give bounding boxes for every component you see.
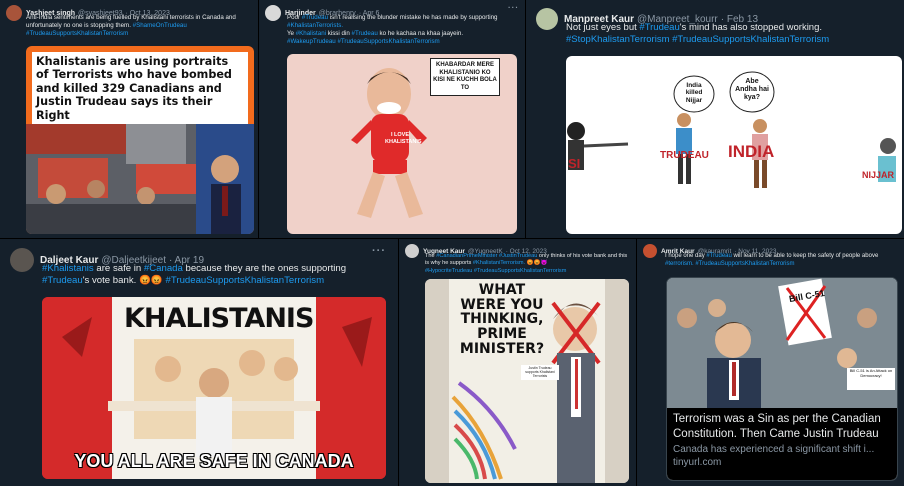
protest-photo (26, 124, 254, 234)
caricature (351, 68, 427, 218)
avatar[interactable] (643, 244, 657, 258)
link-description: Canada has experienced a significant shi… (673, 443, 875, 455)
label-nijjar: NIJJAR (862, 170, 895, 180)
link-text: Terrorism was a Sin as per the Canadian … (667, 408, 897, 480)
label-trudeau: TRUDEAU (660, 150, 709, 161)
label-india: INDIA (728, 142, 775, 161)
image-headline: Khalistanis are using portraits of Terro… (32, 52, 248, 126)
tweet-card-3[interactable]: Manpreet Kaur @Manpreet_kourr · Feb 13 N… (526, 0, 904, 238)
more-options-icon[interactable]: ··· (372, 245, 386, 257)
hashtags[interactable]: #HypocriteTrudeau #TrudeauSupportsKhalis… (425, 268, 566, 274)
tweet-card-6[interactable]: Amrit Kaur @kauramrit · Nov 11, 2023 I h… (637, 239, 904, 486)
link-preview-image: Bill C-51 Bill C-51 is An Attack on Demo… (667, 278, 897, 408)
hashtags[interactable]: #TrudeauSupportsKhalistanTerrorism (166, 275, 325, 286)
hashtags[interactable]: #StopKhalistanTerrorism #TrudeauSupports… (566, 34, 829, 45)
avatar[interactable] (536, 8, 558, 30)
hashtag[interactable]: #Canada (144, 263, 183, 274)
more-options-icon[interactable]: ··· (508, 3, 519, 12)
tweet-text: isn't realising the blunder mistake he h… (329, 14, 498, 21)
tweet-text: I hope one day (665, 253, 705, 259)
tweet-text: will learn to be able to keep the safety… (733, 253, 879, 259)
tweet-image[interactable]: KHALISTANIS YOU ALL ARE SAFE IN CANADA (42, 297, 386, 479)
avatar[interactable] (405, 244, 419, 258)
hashtag[interactable]: #KhalistanTerrorists. (287, 22, 343, 29)
hashtag[interactable]: #Trudeau (352, 30, 378, 37)
hashtag[interactable]: #terrorism. (665, 261, 694, 267)
avatar[interactable] (265, 5, 281, 21)
tweet-card-2[interactable]: Harjinder @brarhenry · Apr 6 ··· Poor #T… (259, 0, 525, 238)
shirt-text: I LOVE KHALISTANIS (385, 132, 422, 145)
hashtag[interactable]: #Trudeau (639, 22, 679, 33)
tweet-text: are safe in (96, 263, 142, 274)
link-domain[interactable]: tinyurl.com (673, 457, 893, 468)
tweet-text: Not just eyes but (566, 22, 637, 33)
hashtag[interactable]: #Trudeau (42, 275, 83, 286)
tweet-text: Poor (287, 14, 301, 21)
tweet-text: Anti-India sentiments are being fuelled … (26, 14, 236, 30)
protest-sign-2: Bill C-51 is An Attack on Democracy! (849, 368, 893, 378)
tweet-image[interactable]: WHAT WERE YOU THINKING, PRIME MINISTER? … (425, 279, 629, 483)
bubble-abe-andha: Abe Andha hai kya? (735, 78, 769, 102)
tweet-image[interactable]: India killed Nijjar Abe Andha hai kya? S… (566, 56, 902, 234)
emoji: 😡😡😈 (526, 260, 548, 267)
label-si: SI (568, 156, 581, 171)
avatar[interactable] (6, 5, 22, 21)
hashtags[interactable]: #TrudeauSupportsKhalistanTerrorism (695, 261, 794, 267)
hashtag[interactable]: #Khalistanis (42, 263, 94, 274)
tweet-text: ko he kachaa na khaa jaayein. (379, 30, 464, 38)
bubble-india-killed-nijjar: India killed Nijjar (685, 82, 703, 104)
hashtag[interactable]: #Khalistani (296, 30, 326, 37)
avatar[interactable] (10, 248, 34, 272)
tweet-text: Ye (287, 30, 294, 38)
hashtags[interactable]: #WakeupTrudeau #TrudeauSupportsKhalistan… (287, 38, 440, 45)
hashtag[interactable]: #KhalistaniTerrorism. (473, 260, 525, 266)
emoji: 😡😡 (138, 275, 163, 287)
tweet-card-4[interactable]: Daljeet Kaur @Daljeetkijeet · Apr 19 ···… (0, 239, 398, 486)
tweet-text: 's mind has also stopped working. (679, 22, 823, 33)
link-card[interactable]: Bill C-51 Bill C-51 is An Attack on Demo… (666, 277, 898, 481)
tweet-text: 's vote bank. (82, 275, 137, 287)
hashtag[interactable]: #CanadianPrimeMinister #JustinTrudeau (436, 253, 537, 259)
hashtag[interactable]: #Trudeau (302, 14, 328, 21)
tweet-text: kissi din (327, 30, 350, 38)
link-title[interactable]: Terrorism was a Sin as per the Canadian … (673, 412, 893, 442)
image-caption: YOU ALL ARE SAFE IN CANADA (74, 451, 354, 471)
tweet-image[interactable]: Khalistanis are using portraits of Terro… (26, 46, 254, 234)
tweet-card-5[interactable]: Yugneet Kaur @YugneetK · Oct 12, 2023 Th… (399, 239, 636, 486)
hashtag[interactable]: #Trudeau (706, 253, 731, 259)
tweet-image[interactable]: KHABARDAR MERE KHALISTANIO KO KISI NE KU… (287, 54, 517, 234)
cartoon-question: WHAT WERE YOU THINKING, PRIME MINISTER? (459, 282, 545, 357)
cartoon-note: Justin Trudeau supports Khalistani Terro… (521, 365, 559, 380)
image-banner: KHALISTANIS (124, 303, 314, 334)
tweet-text: The (425, 253, 435, 259)
tweet-card-1[interactable]: Yashjeet singh @syashjeet93 · Oct 13, 20… (0, 0, 258, 238)
tweet-text: because they are the ones supporting (185, 263, 347, 274)
